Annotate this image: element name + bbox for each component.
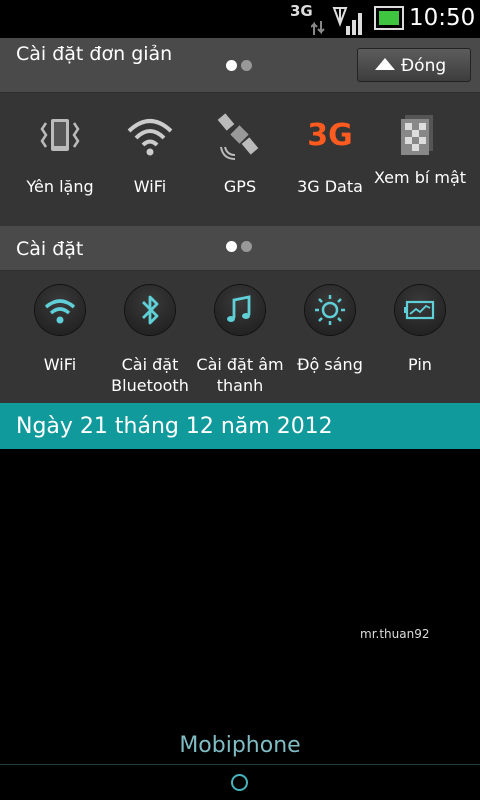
tile-label: GPS: [223, 177, 257, 196]
wifi-icon: [35, 285, 85, 335]
3g-icon: 3G: [307, 118, 353, 153]
page-dot-active: [226, 60, 237, 71]
tile-sound-settings[interactable]: Cài đặt âm thanh: [192, 271, 288, 403]
page-indicator: [226, 60, 256, 72]
page-dot-inactive: [241, 60, 252, 71]
tile-label: Cài đặt Bluetooth: [111, 355, 189, 395]
tile-label: 3G Data: [297, 177, 363, 196]
drag-handle[interactable]: [231, 774, 248, 791]
music-note-icon: [215, 285, 265, 335]
tile-label: Pin: [408, 355, 432, 374]
privacy-pattern-icon: [401, 115, 433, 155]
date-bar: Ngày 21 tháng 12 năm 2012: [0, 403, 480, 449]
clock: 10:50: [409, 5, 476, 31]
tile-label: Xem bí mật: [373, 168, 467, 187]
network-type: 3G: [290, 2, 313, 20]
vibrate-icon: [40, 119, 80, 151]
divider: [0, 764, 480, 765]
tile-3g-data[interactable]: 3G 3G Data: [282, 93, 378, 226]
tile-brightness[interactable]: Độ sáng: [282, 271, 378, 403]
tile-gps[interactable]: GPS: [192, 93, 288, 226]
tile-wifi[interactable]: WiFi: [102, 93, 198, 226]
battery-icon: [374, 6, 404, 30]
tile-privacy[interactable]: Xem bí mật: [372, 93, 468, 226]
tile-label: Yên lặng: [26, 177, 94, 196]
tile-silent[interactable]: Yên lặng: [12, 93, 108, 226]
status-bar: 3G 10:50: [0, 0, 480, 38]
page-dot-inactive: [241, 241, 252, 252]
date-text: Ngày 21 tháng 12 năm 2012: [16, 414, 333, 439]
caret-up-icon: [375, 58, 395, 70]
page-indicator: [226, 241, 256, 253]
watermark: mr.thuan92: [360, 627, 430, 641]
tile-battery[interactable]: Pin: [372, 271, 468, 403]
tile-label: WiFi: [133, 177, 167, 196]
page-dot-active: [226, 241, 237, 252]
close-button[interactable]: Đóng: [357, 48, 471, 82]
simple-settings-tiles: Yên lặng WiFi GPS 3G 3G Data Xem bí mật: [0, 93, 480, 226]
tile-label: WiFi: [43, 355, 77, 374]
tile-label: Độ sáng: [297, 355, 363, 374]
tile-wifi-settings[interactable]: WiFi: [12, 271, 108, 403]
tile-label: Cài đặt âm thanh: [196, 355, 284, 395]
data-arrows-icon: [311, 21, 325, 35]
simple-settings-title: Cài đặt đơn giản: [16, 43, 173, 65]
tile-bluetooth-settings[interactable]: Cài đặt Bluetooth: [102, 271, 198, 403]
signal-icon: [332, 7, 362, 35]
bluetooth-icon: [125, 285, 175, 335]
settings-title: Cài đặt: [16, 238, 84, 260]
settings-header: Cài đặt: [0, 226, 480, 271]
close-button-label: Đóng: [401, 56, 447, 76]
settings-tiles: WiFi Cài đặt Bluetooth Cài đặt âm thanh: [0, 271, 480, 403]
brightness-icon: [305, 285, 355, 335]
battery-chart-icon: [395, 285, 445, 335]
carrier-label: Mobiphone: [179, 733, 301, 758]
wifi-icon: [127, 119, 173, 156]
gps-satellite-icon: [217, 113, 259, 160]
